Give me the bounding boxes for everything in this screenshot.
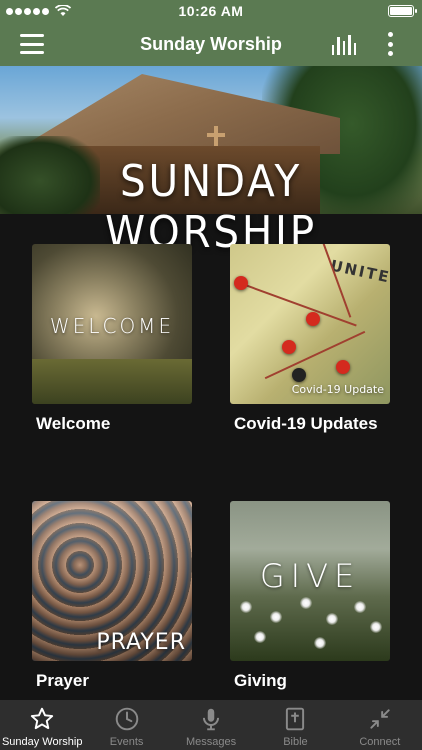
- tab-sunday-worship[interactable]: Sunday Worship: [0, 700, 84, 750]
- tile-label: Giving: [234, 671, 287, 690]
- covid-map-image: UNITED Covid-19 Update: [230, 244, 390, 404]
- tab-label: Sunday Worship: [1, 736, 83, 748]
- tab-connect[interactable]: Connect: [338, 700, 422, 750]
- more-options-icon[interactable]: [386, 32, 394, 56]
- welcome-image-text: WELCOME: [49, 314, 175, 338]
- tab-label: Events: [109, 736, 144, 748]
- tile-covid-updates[interactable]: UNITED Covid-19 Update Covid-19 Updates: [230, 244, 390, 433]
- tab-messages[interactable]: Messages: [169, 700, 253, 750]
- tab-label: Messages: [185, 736, 237, 748]
- giving-image-text: GIVE: [259, 557, 361, 595]
- page-title: Sunday Worship: [140, 33, 282, 54]
- giving-image: GIVE: [230, 501, 390, 661]
- audio-bars-icon[interactable]: [332, 33, 357, 55]
- tab-label: Connect: [359, 736, 401, 748]
- prayer-image-text: PRAYER: [96, 630, 186, 655]
- tab-events[interactable]: Events: [84, 700, 168, 750]
- status-time: 10:26 AM: [178, 3, 244, 19]
- tile-giving[interactable]: GIVE Giving: [230, 501, 390, 690]
- collapse-arrows-icon: [370, 709, 390, 729]
- microphone-icon: [202, 708, 220, 731]
- star-icon: [31, 707, 54, 730]
- prayer-image: PRAYER: [32, 501, 192, 661]
- app-header: Sunday Worship: [0, 22, 422, 66]
- bible-icon: [286, 707, 305, 731]
- tile-label: Welcome: [36, 414, 111, 433]
- tile-prayer[interactable]: PRAYER Prayer: [32, 501, 192, 690]
- clock-icon: [115, 707, 138, 731]
- status-bar: 10:26 AM: [0, 0, 422, 22]
- covid-image-text: Covid-19 Update: [291, 383, 384, 396]
- tile-label: Prayer: [36, 671, 89, 690]
- hamburger-menu-icon[interactable]: [20, 34, 44, 54]
- tab-bible[interactable]: Bible: [253, 700, 337, 750]
- tile-welcome[interactable]: WELCOME Welcome: [32, 244, 192, 433]
- welcome-image: WELCOME: [32, 244, 192, 404]
- banner-title: SUNDAY WORSHIP: [105, 156, 317, 258]
- tile-label: Covid-19 Updates: [234, 414, 378, 433]
- battery-icon: [388, 5, 417, 17]
- bottom-tab-bar: Sunday Worship Events Messages Bible Con…: [0, 700, 422, 750]
- tab-label: Bible: [283, 736, 308, 748]
